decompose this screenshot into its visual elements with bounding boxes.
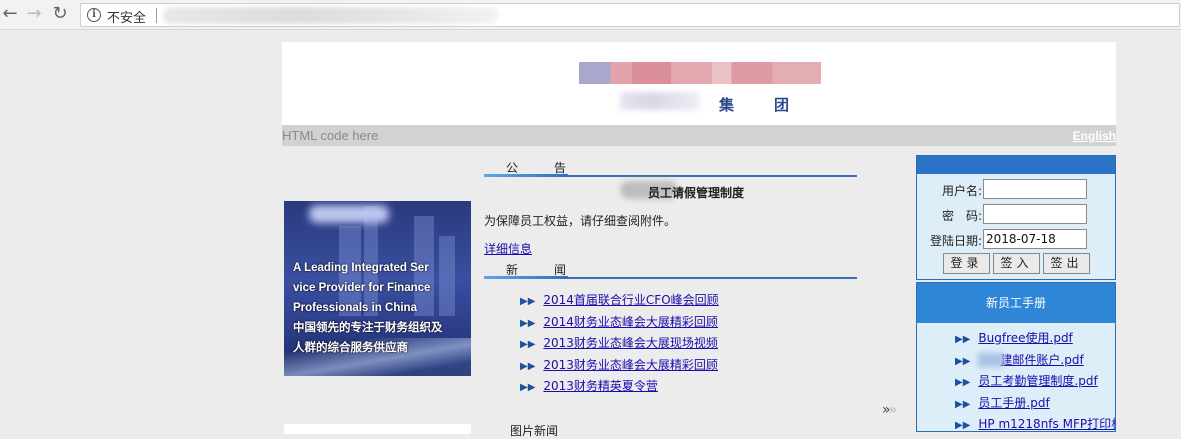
double-chevron-icon: ▶▶	[520, 360, 536, 372]
list-item: ▶▶ 员工手册.pdf	[955, 394, 1115, 416]
signin-button[interactable]: 签入	[993, 253, 1040, 274]
list-item: ▶▶ 2014首届联合行业CFO峰会回顾	[520, 292, 719, 314]
password-label: 密 码:	[941, 209, 982, 223]
english-link[interactable]: English	[1073, 129, 1116, 143]
building-shape	[439, 236, 455, 316]
redacted-text	[978, 353, 1005, 367]
handbook-link[interactable]: 建邮件账户.pdf	[1000, 353, 1083, 367]
group-title: 集团	[719, 96, 830, 114]
security-label: 不安全	[107, 11, 147, 26]
password-input[interactable]	[983, 204, 1087, 224]
news-link[interactable]: 2014首届联合行业CFO峰会回顾	[543, 293, 718, 307]
double-chevron-icon: ▶▶	[955, 355, 971, 367]
notice-header: 公告	[484, 157, 857, 177]
site-header: 集团	[282, 42, 1116, 125]
list-item: ▶▶ HP m1218nfs MFP打印机	[955, 415, 1115, 431]
double-chevron-icon: ▶▶	[955, 334, 971, 345]
banner-line: vice Provider for Finance	[293, 282, 431, 294]
detail-link[interactable]: 详细信息	[484, 240, 532, 257]
address-bar[interactable]: i 不安全	[80, 3, 1180, 27]
notice-body: 为保障员工权益，请仔细查阅附件。	[484, 214, 677, 228]
handbook-link[interactable]: Bugfree使用.pdf	[978, 331, 1072, 345]
banner-line: 中国领先的专注于财务组织及	[293, 322, 443, 334]
double-chevron-icon: ▶▶	[955, 420, 971, 431]
header-bar: HTML code here English	[282, 125, 1116, 146]
date-input[interactable]	[983, 229, 1087, 249]
double-chevron-icon: ▶▶	[520, 296, 536, 307]
second-banner	[284, 424, 471, 434]
date-row: 登陆日期:	[917, 229, 1117, 249]
banner-line: Professionals in China	[293, 302, 417, 314]
address-divider	[156, 8, 157, 23]
username-row: 用户名:	[917, 179, 1117, 199]
news-link[interactable]: 2014财务业态峰会大展精彩回顾	[543, 315, 718, 329]
banner-line: 人群的综合服务供应商	[293, 342, 408, 354]
news-header: 新闻	[484, 259, 857, 279]
news-list: ▶▶ 2014首届联合行业CFO峰会回顾 ▶▶ 2014财务业态峰会大展精彩回顾 ▶…	[520, 292, 719, 400]
list-item: ▶▶ Bugfree使用.pdf	[955, 329, 1115, 351]
redacted-url	[163, 7, 498, 24]
forward-icon[interactable]: →	[24, 4, 44, 24]
double-chevron-icon: ▶▶	[520, 382, 536, 393]
login-panel: 用户名: 密 码: 登陆日期: 登录签入签出	[916, 155, 1116, 280]
list-item: ▶▶ 建邮件账户.pdf	[955, 351, 1115, 373]
double-chevron-icon: ▶▶	[955, 377, 971, 388]
list-item: ▶▶ 2014财务业态峰会大展精彩回顾	[520, 314, 719, 336]
info-icon[interactable]: i	[87, 8, 101, 22]
handbook-heading: 新员工手册	[917, 283, 1115, 323]
notice-accent	[484, 174, 568, 177]
picture-news-heading: 图片新闻	[510, 424, 559, 438]
double-chevron-icon: ▶▶	[955, 398, 971, 410]
reload-icon[interactable]: ↻	[50, 4, 70, 24]
date-label: 登陆日期:	[929, 234, 982, 248]
more-news-icon[interactable]: »»	[882, 402, 897, 418]
news-link[interactable]: 2013财务业态峰会大展现场视频	[543, 336, 718, 350]
list-item: ▶▶ 2013财务业态峰会大展现场视频	[520, 335, 719, 357]
handbook-link[interactable]: 员工手册.pdf	[978, 396, 1049, 410]
html-code-text: HTML code here	[282, 128, 379, 143]
handbook-list: ▶▶ Bugfree使用.pdf ▶▶ 建邮件账户.pdf ▶▶ 员工考勤管理制度.p…	[917, 323, 1115, 431]
login-button[interactable]: 登录	[943, 253, 990, 274]
more-news-label-ghost: »	[888, 402, 897, 418]
more-news-label: »	[882, 402, 890, 418]
promo-banner[interactable]: A Leading Integrated Ser vice Provider f…	[284, 201, 471, 376]
list-item: ▶▶ 员工考勤管理制度.pdf	[955, 372, 1115, 394]
username-label: 用户名:	[941, 184, 982, 198]
notice-title: 员工请假管理制度	[648, 186, 745, 200]
double-chevron-icon: ▶▶	[520, 339, 536, 350]
login-buttons: 登录 签入 签出	[943, 253, 1093, 274]
browser-toolbar: ← → ↻ i 不安全	[0, 0, 1181, 30]
handbook-link[interactable]: 员工考勤管理制度.pdf	[978, 374, 1097, 388]
password-row: 密 码:	[917, 204, 1117, 224]
username-input[interactable]	[983, 179, 1087, 199]
news-link[interactable]: 2013财务精英夏令营	[543, 379, 658, 393]
company-logo	[579, 62, 821, 84]
login-topbar	[917, 156, 1115, 174]
banner-line: A Leading Integrated Ser	[293, 262, 429, 274]
handbook-panel: 新员工手册 ▶▶ Bugfree使用.pdf ▶▶ 建邮件账户.pdf ▶▶ 员工考勤…	[916, 282, 1116, 432]
list-item: ▶▶ 2013财务业态峰会大展精彩回顾	[520, 357, 719, 379]
signout-button[interactable]: 签出	[1043, 253, 1090, 274]
list-item: ▶▶ 2013财务精英夏令营	[520, 378, 719, 400]
news-link[interactable]: 2013财务业态峰会大展精彩回顾	[543, 358, 718, 372]
company-name-redacted	[620, 92, 700, 110]
news-accent	[484, 276, 568, 279]
double-chevron-icon: ▶▶	[520, 317, 536, 329]
back-icon[interactable]: ←	[0, 4, 20, 24]
